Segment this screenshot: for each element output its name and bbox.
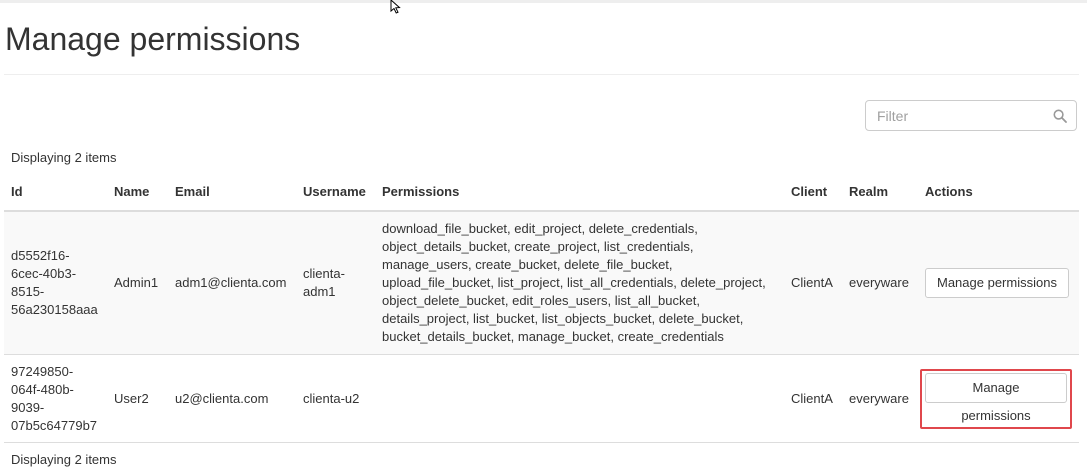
- id-line: d5552f16-: [11, 248, 70, 263]
- cell-id: d5552f16- 6cec-40b3- 8515- 56a230158aaa: [4, 211, 107, 355]
- cell-realm: everyware: [842, 211, 918, 355]
- items-count-bottom: Displaying 2 items: [11, 452, 117, 467]
- header-email: Email: [168, 172, 296, 212]
- header-actions: Actions: [918, 172, 1079, 212]
- cell-name: Admin1: [107, 211, 168, 355]
- header-permissions: Permissions: [375, 172, 784, 212]
- id-line: 6cec-40b3-: [11, 266, 77, 281]
- header-client: Client: [784, 172, 842, 212]
- manage-permissions-button[interactable]: Manage permissions: [925, 372, 1067, 423]
- highlight-box: Manage permissions: [920, 368, 1072, 429]
- permissions-table: Id Name Email Username Permissions Clien…: [4, 172, 1079, 443]
- id-line: 064f-480b-: [11, 381, 74, 397]
- cell-id: 97249850- 064f-480b- 9039- 07b5c64779b7: [4, 354, 107, 443]
- permission-line: object_details_bucket, create_project, l…: [382, 239, 694, 254]
- filter-input[interactable]: [866, 101, 1057, 130]
- filter-box[interactable]: [865, 100, 1077, 131]
- table-row: d5552f16- 6cec-40b3- 8515- 56a230158aaa …: [4, 211, 1079, 355]
- id-line: 07b5c64779b7: [11, 417, 98, 433]
- permission-line: object_delete_bucket, edit_roles_users, …: [382, 293, 700, 308]
- page-title: Manage permissions: [5, 21, 301, 57]
- header-id: Id: [4, 172, 107, 212]
- cell-client: ClientA: [784, 211, 842, 355]
- cell-name: User2: [107, 354, 168, 443]
- cell-actions: Manage permissions: [918, 354, 1079, 443]
- cell-client: ClientA: [784, 354, 842, 443]
- id-line: 97249850-: [11, 363, 74, 379]
- title-divider: [4, 74, 1079, 75]
- cell-username: clienta-u2: [296, 354, 375, 443]
- cell-email: adm1@clienta.com: [168, 211, 296, 355]
- header-realm: Realm: [842, 172, 918, 212]
- cell-actions: Manage permissions: [918, 211, 1079, 355]
- permission-line: download_file_bucket, edit_project, dele…: [382, 221, 698, 236]
- cell-username: clienta- adm1: [296, 211, 375, 355]
- permission-line: upload_file_bucket, list_project, list_a…: [382, 275, 766, 290]
- cell-permissions: download_file_bucket, edit_project, dele…: [375, 211, 784, 355]
- search-icon[interactable]: [1053, 109, 1067, 123]
- cell-email: u2@clienta.com: [168, 354, 296, 443]
- permission-line: manage_users, create_bucket, delete_file…: [382, 257, 673, 272]
- id-line: 8515-: [11, 284, 45, 299]
- mouse-cursor-icon: [390, 0, 401, 14]
- permission-line: details_project, list_bucket, list_objec…: [382, 311, 744, 326]
- top-bar: [0, 0, 1087, 3]
- items-count-top: Displaying 2 items: [11, 150, 117, 165]
- table-header-row: Id Name Email Username Permissions Clien…: [4, 172, 1079, 212]
- table-row: 97249850- 064f-480b- 9039- 07b5c64779b7 …: [4, 354, 1079, 443]
- username-line: adm1: [303, 284, 336, 299]
- manage-permissions-button[interactable]: Manage permissions: [925, 268, 1069, 298]
- id-line: 9039-: [11, 399, 45, 415]
- cell-permissions: [375, 354, 784, 443]
- header-name: Name: [107, 172, 168, 212]
- permission-line: bucket_details_bucket, manage_bucket, cr…: [382, 329, 724, 344]
- cell-realm: everyware: [842, 354, 918, 443]
- username-line: clienta-: [303, 266, 345, 281]
- id-line: 56a230158aaa: [11, 302, 98, 317]
- header-username: Username: [296, 172, 375, 212]
